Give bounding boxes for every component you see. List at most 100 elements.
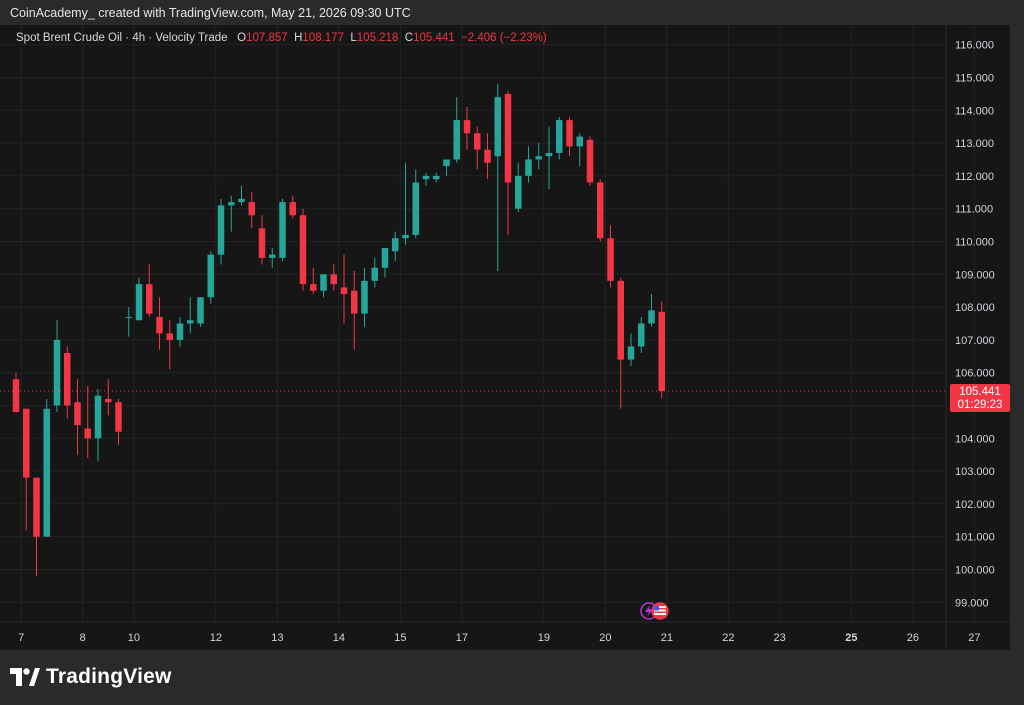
candle xyxy=(515,162,522,212)
price-tick-label: 100.000 xyxy=(955,565,995,577)
candle xyxy=(330,264,337,291)
candle xyxy=(105,379,112,416)
candle-body xyxy=(269,254,276,258)
candle xyxy=(258,215,266,265)
candlestick-chart[interactable]: 99.000 100.000 101.000 102.000 103.000 104.00… xyxy=(0,25,1010,650)
candle xyxy=(23,408,30,531)
price-tick-label: 99.000 xyxy=(955,597,989,609)
candle-body xyxy=(412,182,419,235)
time-tick-label: 12 xyxy=(210,632,222,644)
candle-body xyxy=(648,310,655,324)
candle-body xyxy=(504,93,512,183)
candle-body xyxy=(43,408,50,537)
tradingview-watermark[interactable]: TradingView xyxy=(10,665,172,689)
candle-body xyxy=(576,136,583,147)
candle xyxy=(474,126,481,170)
candle-body xyxy=(474,133,481,150)
candle-body xyxy=(299,215,307,285)
candle xyxy=(504,90,512,235)
candle xyxy=(412,169,419,239)
time-tick-label: 19 xyxy=(538,632,550,644)
candle-body xyxy=(586,139,594,183)
candle-body xyxy=(453,120,460,160)
candle-body xyxy=(402,234,409,239)
time-tick-label: 15 xyxy=(394,632,406,644)
candle-body xyxy=(627,346,635,360)
candle xyxy=(535,143,542,170)
candle-body xyxy=(515,175,522,209)
candle-body xyxy=(53,339,61,406)
candle xyxy=(617,277,624,409)
price-axis[interactable]: 99.000 100.000 101.000 102.000 103.000 104.00… xyxy=(955,40,995,610)
candle xyxy=(176,316,184,347)
candle xyxy=(207,251,214,304)
symbol-legend[interactable]: Spot Brent Crude Oil · 4h · Velocity Tra… xyxy=(16,32,547,44)
candle xyxy=(422,172,430,186)
price-tick-label: 114.000 xyxy=(955,105,994,117)
candle-body xyxy=(238,198,245,203)
candle-body xyxy=(74,402,81,426)
price-tick-label: 106.000 xyxy=(955,368,995,380)
brand-name: TradingView xyxy=(46,665,172,688)
candle xyxy=(556,116,563,160)
candle xyxy=(310,267,317,294)
symbol-name[interactable]: Spot Brent Crude Oil · 4h · Velocity Tra… xyxy=(16,32,228,44)
open-value: 107.857 xyxy=(246,32,288,44)
candle xyxy=(33,477,40,577)
candle xyxy=(433,172,440,183)
candle-body xyxy=(351,290,358,314)
attribution-text: CoinAcademy_ created with TradingView.co… xyxy=(10,6,411,20)
candle-body xyxy=(545,152,553,157)
candle-body xyxy=(135,284,143,321)
candle xyxy=(228,195,235,232)
candle xyxy=(586,136,594,186)
last-price-badge: 105.441 01:29:23 xyxy=(950,384,1010,413)
candle xyxy=(484,133,491,180)
candle-body xyxy=(597,182,604,239)
candle xyxy=(494,84,501,272)
bar-countdown: 01:29:23 xyxy=(958,399,1003,411)
candle-body xyxy=(340,287,348,294)
candle-body xyxy=(433,175,440,180)
candle xyxy=(279,198,286,262)
candle xyxy=(607,225,614,288)
candle-body xyxy=(176,323,184,340)
candle-body xyxy=(84,428,91,439)
us-flag-canton xyxy=(654,606,659,611)
candle xyxy=(453,97,460,163)
candle-body xyxy=(166,333,173,340)
candle xyxy=(361,267,368,327)
candle xyxy=(238,185,245,206)
candle-body xyxy=(422,175,430,180)
candle xyxy=(64,346,71,419)
candle-body xyxy=(207,254,214,298)
candle xyxy=(443,159,450,176)
candle xyxy=(125,307,132,337)
candle xyxy=(648,293,655,327)
candle xyxy=(351,271,358,350)
chart-area[interactable]: 99.000 100.000 101.000 102.000 103.000 104.00… xyxy=(0,25,1010,650)
tradingview-logo-icon xyxy=(10,668,40,686)
candle-body xyxy=(94,395,102,439)
event-markers[interactable] xyxy=(640,602,669,620)
price-tick-label: 116.000 xyxy=(955,40,994,52)
time-tick-label: 7 xyxy=(18,632,24,644)
close-value: 105.441 xyxy=(413,32,455,44)
time-tick-label: 17 xyxy=(456,632,468,644)
candle xyxy=(576,133,583,167)
candle-body xyxy=(146,284,153,314)
candle-body xyxy=(607,238,614,281)
candle xyxy=(381,248,389,278)
price-tick-label: 102.000 xyxy=(955,499,995,511)
grid-lines xyxy=(0,25,975,622)
candle-body xyxy=(125,316,132,318)
candle xyxy=(627,333,635,367)
change-value: −2.406 (−2.23%) xyxy=(461,32,547,44)
candle-body xyxy=(463,120,471,134)
candle xyxy=(248,192,255,229)
time-tick-label: 8 xyxy=(80,632,86,644)
candle-body xyxy=(197,297,204,324)
time-axis[interactable]: 7 8 10 12 13 14 15 17 19 20 21 22 23 25 26 27 xyxy=(18,632,980,644)
time-tick-label: 27 xyxy=(968,632,980,644)
candle-body xyxy=(217,205,225,255)
